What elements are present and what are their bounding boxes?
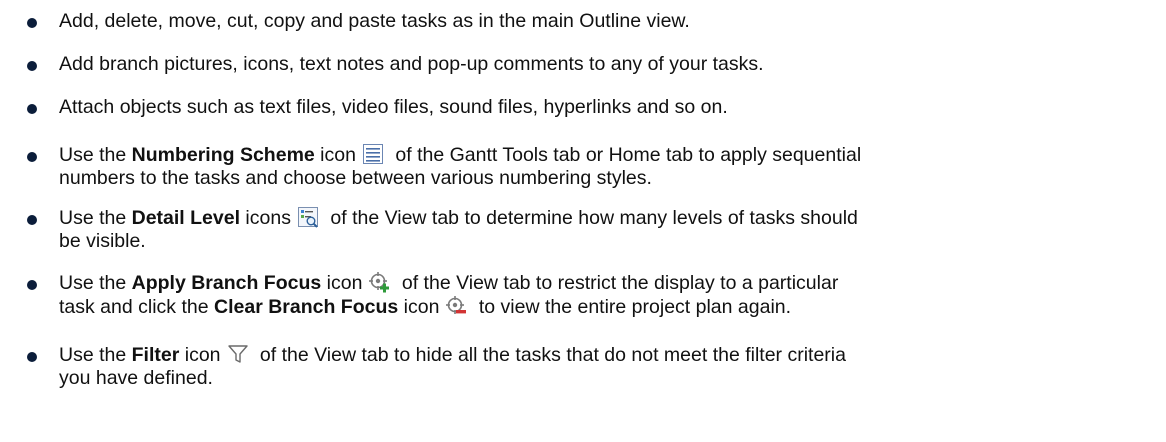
detail-level-icon — [297, 206, 319, 228]
item-text: Use the Detail Level icons of the View t… — [59, 206, 858, 252]
apply-branch-focus-label: Apply Branch Focus — [131, 272, 322, 294]
item-text: Add branch pictures, icons, text notes a… — [59, 53, 764, 75]
clear-branch-focus-label: Clear Branch Focus — [214, 296, 399, 318]
numbering-scheme-icon — [362, 143, 384, 165]
detail-level-label: Detail Level — [131, 207, 241, 229]
filter-icon — [227, 343, 249, 365]
item-text: Use the Numbering Scheme icon of the Gan… — [59, 143, 862, 189]
filter-label: Filter — [131, 344, 180, 366]
item-text: Add, delete, move, cut, copy and paste t… — [59, 10, 690, 32]
bullet — [27, 280, 37, 290]
item-text: Use the Filter icon of the View tab to h… — [59, 343, 846, 389]
bullet — [27, 352, 37, 362]
bullet — [27, 61, 37, 71]
clear-branch-focus-icon — [445, 295, 467, 317]
item-text: Use the Apply Branch Focus icon of the V… — [59, 271, 839, 318]
apply-branch-focus-icon — [368, 271, 390, 293]
numbering-scheme-label: Numbering Scheme — [131, 144, 315, 166]
bullet — [27, 18, 37, 28]
bullet — [27, 104, 37, 114]
bullet — [27, 215, 37, 225]
bullet — [27, 152, 37, 162]
item-text: Attach objects such as text files, video… — [59, 96, 728, 118]
